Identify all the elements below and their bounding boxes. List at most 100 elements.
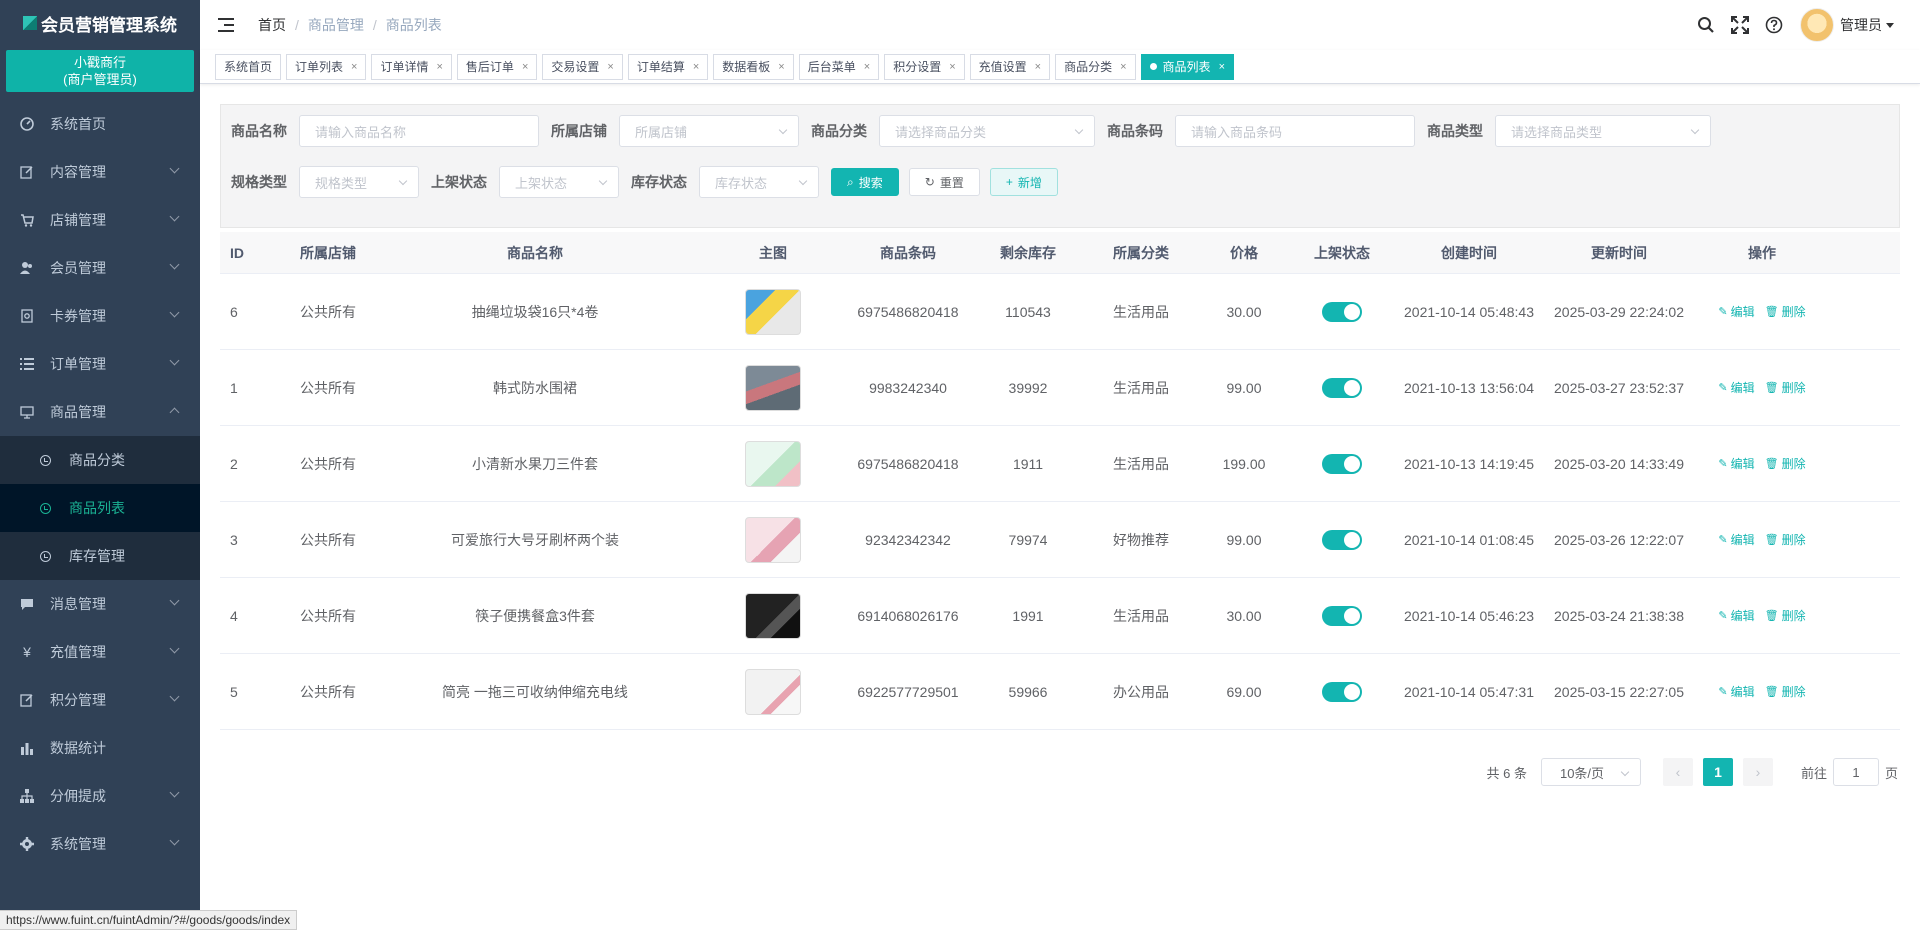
sidebar-subitem-goods-category[interactable]: 商品分类 <box>0 436 200 484</box>
spec-type-select[interactable]: 规格类型 <box>299 166 419 198</box>
next-page-button[interactable]: › <box>1742 758 1773 786</box>
chevron-up-icon <box>169 407 180 418</box>
fullscreen-icon[interactable] <box>1730 15 1750 35</box>
shelf-status-toggle[interactable] <box>1322 453 1362 474</box>
sidebar-item-content[interactable]: 内容管理 <box>0 148 200 196</box>
edit-button[interactable]: ✎ 编辑 <box>1718 455 1754 472</box>
sidebar-subitem-stock[interactable]: 库存管理 <box>0 532 200 580</box>
edit-button[interactable]: ✎ 编辑 <box>1718 379 1754 396</box>
goods-name-input[interactable]: 请输入商品名称 <box>299 115 539 147</box>
avatar[interactable] <box>1800 8 1834 42</box>
chevron-down-icon <box>169 787 180 798</box>
barcode-input[interactable]: 请输入商品条码 <box>1175 115 1415 147</box>
shelf-status-toggle[interactable] <box>1322 377 1362 398</box>
tag-point-settings[interactable]: 积分设置 × <box>884 53 965 80</box>
hamburger-icon[interactable] <box>218 18 234 32</box>
tag-trade-settings[interactable]: 交易设置 × <box>542 53 623 80</box>
sidebar-item-label: 商品管理 <box>50 404 106 420</box>
tag-refund-orders[interactable]: 售后订单 × <box>456 53 538 80</box>
sidebar-item-statistics[interactable]: 数据统计 <box>0 724 200 772</box>
delete-button[interactable]: 🗑 删除 <box>1765 455 1806 472</box>
tag-dashboard[interactable]: 数据看板 × <box>713 53 794 80</box>
close-icon[interactable]: × <box>1219 55 1225 79</box>
close-icon[interactable]: × <box>949 55 955 79</box>
caret-down-icon[interactable] <box>1886 22 1894 28</box>
admin-name[interactable]: 管理员 <box>1840 15 1882 35</box>
close-icon[interactable]: × <box>522 55 528 79</box>
add-button[interactable]: + 新增 <box>989 168 1058 196</box>
cell-created: 2021-10-14 05:46:23 <box>1404 607 1534 624</box>
sidebar-subitem-goods-list[interactable]: 商品列表 <box>0 484 200 532</box>
sidebar-item-dashboard[interactable]: 系统首页 <box>0 100 200 148</box>
page-size-select[interactable]: 10条/页 <box>1540 758 1641 786</box>
product-thumbnail[interactable] <box>745 440 801 487</box>
breadcrumb-goods[interactable]: 商品管理 <box>308 15 364 35</box>
filter-row-1: 商品名称 请输入商品名称 所属店铺 所属店铺 商品分类 请选择商品分类 商品条码… <box>231 115 1723 147</box>
tag-order-settlement[interactable]: 订单结算 × <box>627 53 709 80</box>
sidebar-item-members[interactable]: 会员管理 <box>0 244 200 292</box>
edit-button[interactable]: ✎ 编辑 <box>1718 607 1754 624</box>
sidebar-item-orders[interactable]: 订单管理 <box>0 340 200 388</box>
search-icon: ⌕ <box>847 174 854 189</box>
shelf-status-toggle[interactable] <box>1322 605 1362 626</box>
sidebar-item-points[interactable]: 积分管理 <box>0 676 200 724</box>
cell-image <box>700 364 846 411</box>
goto-page-input[interactable]: 1 <box>1832 758 1879 786</box>
product-thumbnail[interactable] <box>745 516 801 563</box>
edit-button[interactable]: ✎ 编辑 <box>1718 531 1754 548</box>
cell-barcode: 92342342342 <box>865 531 951 548</box>
tag-order-list[interactable]: 订单列表 × <box>286 53 367 80</box>
delete-button[interactable]: 🗑 删除 <box>1765 379 1806 396</box>
tag-recharge-settings[interactable]: 充值设置 × <box>969 53 1051 80</box>
close-icon[interactable]: × <box>607 55 613 79</box>
sidebar-item-coupons[interactable]: 卡券管理 <box>0 292 200 340</box>
page-number-1[interactable]: 1 <box>1702 758 1733 786</box>
help-icon[interactable] <box>1764 15 1784 35</box>
stock-status-label: 库存状态 <box>631 174 687 190</box>
sidebar-item-goods[interactable]: 商品管理 <box>0 388 200 436</box>
cell-status <box>1292 681 1392 702</box>
sidebar-item-store[interactable]: 店铺管理 <box>0 196 200 244</box>
tag-system-home[interactable]: 系统首页 <box>215 53 282 80</box>
product-thumbnail[interactable] <box>745 668 801 715</box>
app-logo[interactable]: 会员营销管理系统 <box>0 0 200 46</box>
prev-page-button[interactable]: ‹ <box>1662 758 1693 786</box>
product-thumbnail[interactable] <box>745 364 801 411</box>
breadcrumb-home[interactable]: 首页 <box>258 15 286 35</box>
shelf-status-toggle[interactable] <box>1322 529 1362 550</box>
shelf-status-label: 上架状态 <box>431 174 487 190</box>
reset-button[interactable]: ↻ 重置 <box>908 168 980 196</box>
close-icon[interactable]: × <box>1120 55 1126 79</box>
edit-button[interactable]: ✎ 编辑 <box>1718 683 1754 700</box>
search-icon[interactable] <box>1696 15 1716 35</box>
product-thumbnail[interactable] <box>745 592 801 639</box>
sidebar-item-recharge[interactable]: ¥ 充值管理 <box>0 628 200 676</box>
tag-goods-list[interactable]: 商品列表 × <box>1140 53 1234 80</box>
shelf-status-toggle[interactable] <box>1322 301 1362 322</box>
store-select[interactable]: 所属店铺 <box>619 115 799 147</box>
delete-button[interactable]: 🗑 删除 <box>1765 683 1806 700</box>
tag-order-detail[interactable]: 订单详情 × <box>371 53 452 80</box>
product-thumbnail[interactable] <box>745 288 801 335</box>
tag-goods-category[interactable]: 商品分类 × <box>1055 53 1136 80</box>
goods-type-select[interactable]: 请选择商品类型 <box>1495 115 1711 147</box>
stock-status-select[interactable]: 库存状态 <box>699 166 819 198</box>
close-icon[interactable]: × <box>351 55 357 79</box>
search-button[interactable]: ⌕ 搜索 <box>831 168 899 196</box>
delete-button[interactable]: 🗑 删除 <box>1765 531 1806 548</box>
edit-button[interactable]: ✎ 编辑 <box>1718 303 1754 320</box>
close-icon[interactable]: × <box>778 55 784 79</box>
category-select[interactable]: 请选择商品分类 <box>879 115 1095 147</box>
tag-admin-menu[interactable]: 后台菜单 × <box>798 53 880 80</box>
shelf-status-select[interactable]: 上架状态 <box>499 166 619 198</box>
close-icon[interactable]: × <box>1035 55 1041 79</box>
shelf-status-toggle[interactable] <box>1322 681 1362 702</box>
delete-button[interactable]: 🗑 删除 <box>1765 303 1806 320</box>
sidebar-item-commission[interactable]: 分佣提成 <box>0 772 200 820</box>
close-icon[interactable]: × <box>436 55 442 79</box>
delete-button[interactable]: 🗑 删除 <box>1765 607 1806 624</box>
sidebar-item-messages[interactable]: 消息管理 <box>0 580 200 628</box>
close-icon[interactable]: × <box>693 55 699 79</box>
close-icon[interactable]: × <box>864 55 870 79</box>
sidebar-item-system[interactable]: 系统管理 <box>0 820 200 868</box>
